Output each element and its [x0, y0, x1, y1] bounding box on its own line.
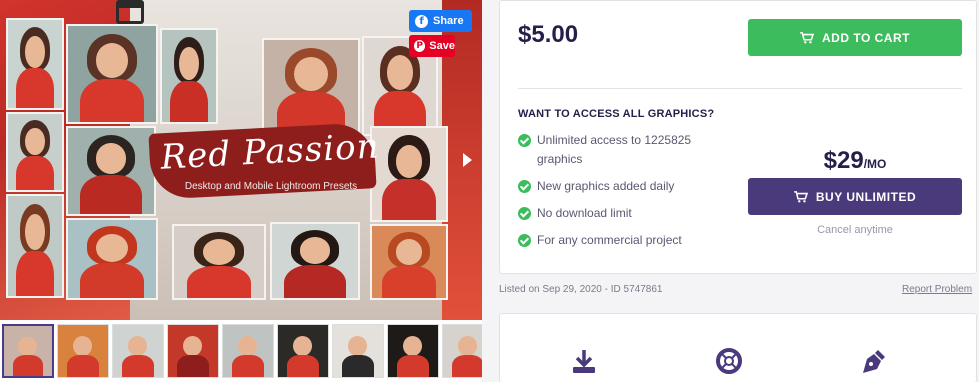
benefit-item: Unlimited access to 1225825 graphics [518, 131, 728, 169]
unlimited-price-amount: $29 [823, 147, 864, 174]
benefit-text: For any commercial project [537, 233, 682, 247]
collage-photo [270, 222, 360, 300]
benefit-text: No download limit [537, 206, 632, 220]
cart-icon [794, 190, 808, 202]
collage-photo [160, 28, 218, 124]
subscription-heading: WANT TO ACCESS ALL GRAPHICS? [518, 108, 715, 120]
check-circle-icon [518, 134, 531, 147]
cancel-anytime-note: Cancel anytime [817, 224, 893, 236]
thumbnail[interactable] [112, 324, 164, 378]
thumbnail[interactable] [332, 324, 384, 378]
save-label: Save [429, 40, 455, 52]
collage-photo [370, 126, 448, 222]
collage-photo [66, 24, 158, 124]
collage-photo [6, 18, 64, 110]
benefit-list: Unlimited access to 1225825 graphics New… [518, 131, 728, 258]
facebook-icon: f [415, 14, 428, 28]
pinterest-icon: P [414, 40, 426, 52]
thumbnail[interactable] [387, 324, 439, 378]
buy-unlimited-label: BUY UNLIMITED [815, 189, 917, 204]
collage-photo [66, 126, 156, 216]
hero-subtitle: Desktop and Mobile Lightroom Presets [184, 181, 358, 192]
unlimited-price: $29/MO [748, 147, 962, 175]
share-label: Share [433, 15, 464, 27]
thumbnail[interactable] [57, 324, 109, 378]
download-icon [573, 350, 595, 373]
thumbnail[interactable] [2, 324, 54, 378]
unlimited-price-period: /MO [863, 157, 887, 171]
features-card [499, 313, 977, 382]
thumbnail[interactable] [277, 324, 329, 378]
product-page: Red Passion Desktop and Mobile Lightroom… [0, 0, 979, 382]
thumbnail-strip [0, 324, 482, 380]
pen-nib-icon [863, 350, 885, 373]
check-circle-icon [518, 234, 531, 247]
buy-unlimited-button[interactable]: BUY UNLIMITED [748, 178, 962, 215]
thumbnail[interactable] [222, 324, 274, 378]
check-circle-icon [518, 180, 531, 193]
product-gallery: Red Passion Desktop and Mobile Lightroom… [0, 0, 482, 382]
benefit-item: No download limit [518, 204, 728, 223]
divider [518, 88, 962, 89]
support-lifebuoy-icon [716, 348, 742, 374]
collage-photo [66, 218, 158, 300]
collage-photo [6, 194, 64, 298]
collage-photo [262, 38, 360, 136]
pinterest-save-button[interactable]: P Save [409, 35, 455, 57]
benefit-item: New graphics added daily [518, 177, 728, 196]
next-image-arrow-icon[interactable] [463, 153, 472, 167]
product-price: $5.00 [518, 21, 579, 48]
cart-icon [800, 31, 815, 43]
benefit-item: For any commercial project [518, 231, 728, 250]
collage-photo [370, 224, 448, 300]
thumbnail[interactable] [442, 324, 482, 378]
report-problem-link[interactable]: Report Problem [902, 284, 972, 295]
collage-photo [6, 112, 64, 192]
collage-photo [172, 224, 266, 300]
facebook-share-button[interactable]: f Share [409, 10, 472, 32]
benefit-text: New graphics added daily [537, 179, 675, 193]
check-circle-icon [518, 207, 531, 220]
binder-clip-decoration [116, 0, 144, 24]
price-card: $5.00 ADD TO CART WANT TO ACCESS ALL GRA… [499, 0, 977, 274]
add-to-cart-label: ADD TO CART [822, 30, 910, 45]
add-to-cart-button[interactable]: ADD TO CART [748, 19, 962, 56]
thumbnail[interactable] [167, 324, 219, 378]
listing-meta: Listed on Sep 29, 2020 - ID 5747861 [499, 284, 663, 295]
benefit-text: Unlimited access to 1225825 graphics [537, 133, 692, 166]
